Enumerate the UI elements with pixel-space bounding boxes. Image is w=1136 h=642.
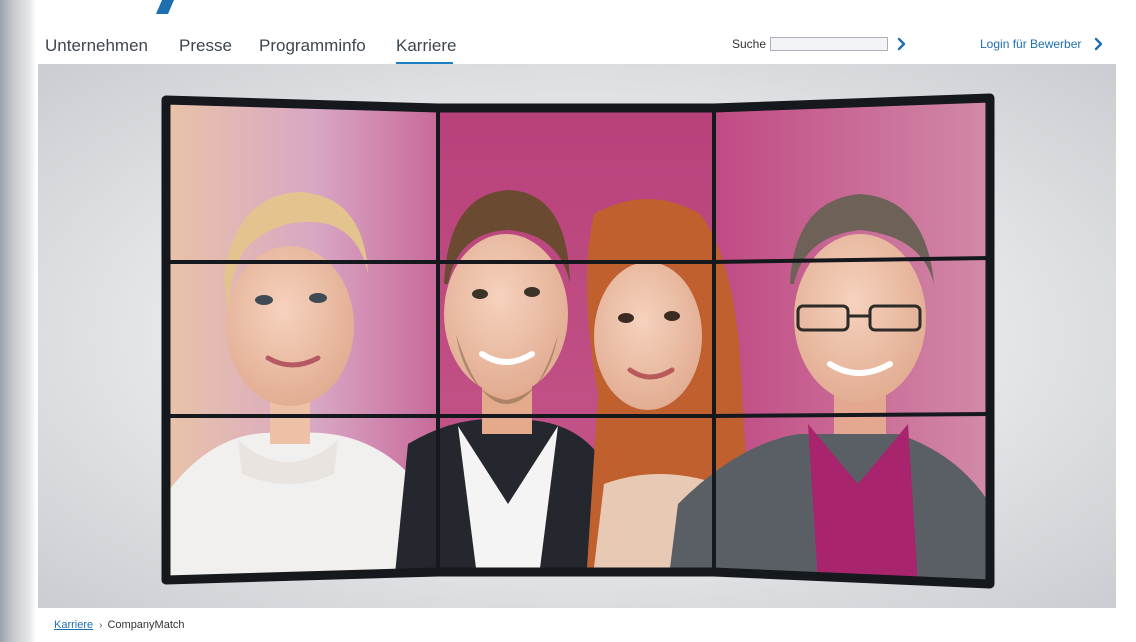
nav-item-programminfo[interactable]: Programminfo: [259, 36, 366, 56]
hero-video-wall: [38, 64, 1116, 608]
page: Unternehmen Presse Programminfo Karriere…: [36, 0, 1136, 642]
main-nav: Unternehmen Presse Programminfo Karriere: [36, 30, 1136, 64]
breadcrumb-link-karriere[interactable]: Karriere: [54, 619, 93, 631]
search-input[interactable]: [770, 37, 888, 51]
breadcrumb-separator-icon: ›: [99, 620, 103, 631]
nav-item-unternehmen[interactable]: Unternehmen: [45, 36, 148, 56]
browser-viewport: Unternehmen Presse Programminfo Karriere…: [0, 0, 1136, 642]
nav-item-karriere[interactable]: Karriere: [396, 36, 456, 56]
search-label: Suche: [732, 37, 767, 51]
logo[interactable]: [122, 0, 182, 16]
nav-item-presse[interactable]: Presse: [179, 36, 232, 56]
chevron-right-icon[interactable]: [896, 37, 908, 51]
video-wall-photo: [161, 93, 995, 589]
breadcrumb-current: CompanyMatch: [107, 619, 185, 631]
login-link[interactable]: Login für Bewerber: [980, 37, 1081, 51]
breadcrumb: Karriere › CompanyMatch: [54, 619, 185, 631]
chevron-right-icon[interactable]: [1093, 37, 1105, 51]
